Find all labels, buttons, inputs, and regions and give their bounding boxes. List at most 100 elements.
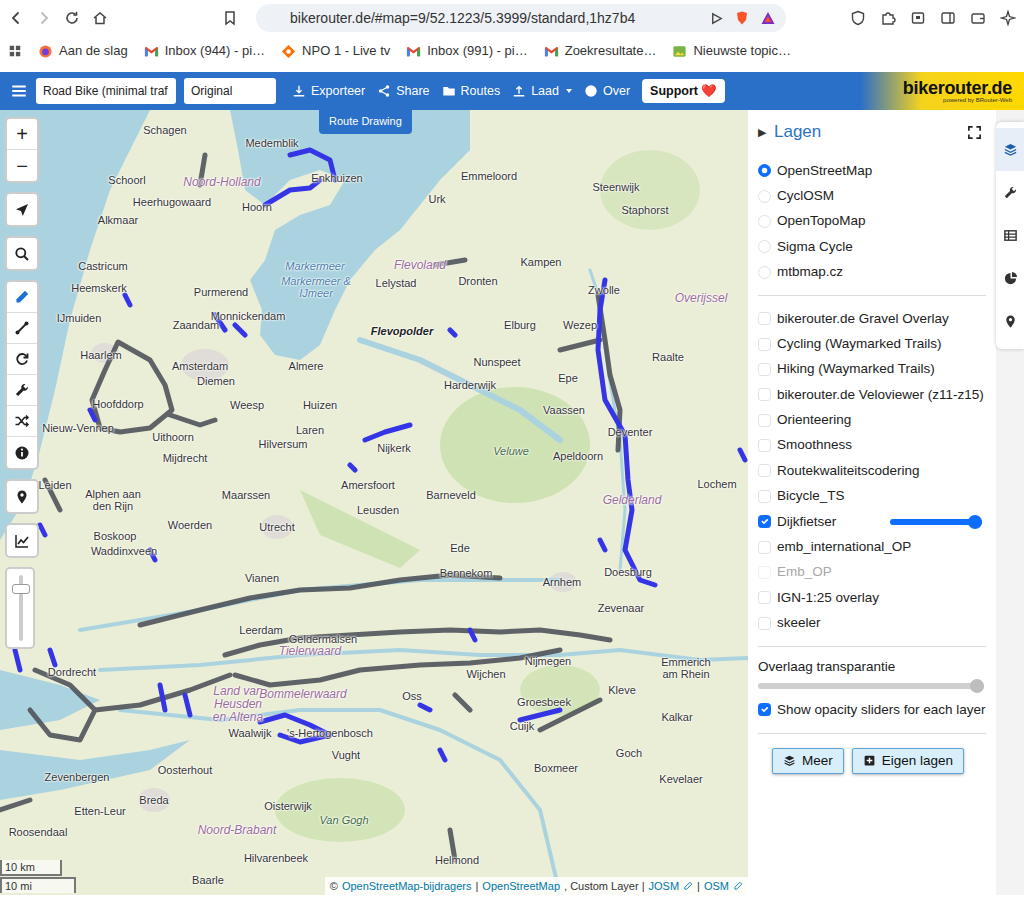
url-text[interactable]: bikerouter.de/#map=9/52.1223/5.3999/stan… <box>290 8 699 29</box>
marker-button[interactable] <box>7 481 37 512</box>
overlay-option[interactable]: Routekwaliteitscodering <box>758 458 986 483</box>
radio-button[interactable] <box>758 164 771 177</box>
overlay-option[interactable]: skeeler <box>758 611 986 636</box>
sidebar-tab[interactable] <box>996 257 1024 300</box>
bookmark-item[interactable]: Aan de slag <box>38 41 128 61</box>
opacity-slider[interactable] <box>890 519 982 525</box>
show-sliders-label[interactable]: Show opacity sliders for each layer <box>777 700 986 720</box>
bookmark-label[interactable]: Zoekresultate… <box>565 41 657 61</box>
expand-icon[interactable] <box>967 125 982 140</box>
back-icon[interactable] <box>8 10 24 26</box>
checkbox[interactable] <box>758 363 771 376</box>
menu-item[interactable]: Exporteer <box>292 82 365 101</box>
radio-button[interactable] <box>758 215 771 228</box>
sparkle-icon[interactable] <box>1000 10 1016 26</box>
bookmark-icon[interactable] <box>222 10 238 26</box>
attribution-link[interactable]: JOSM <box>649 878 680 895</box>
menu-item[interactable]: Over <box>584 82 630 101</box>
checkbox[interactable] <box>758 703 771 716</box>
elevation-button[interactable] <box>7 525 37 556</box>
base-layer-label[interactable]: OpenTopoMap <box>777 211 866 231</box>
locate-button[interactable] <box>7 194 37 225</box>
bookmark-item[interactable]: Nieuwste topic… <box>672 41 791 61</box>
zoom-slider[interactable] <box>5 567 35 649</box>
overlay-label[interactable]: emb_international_OP <box>777 537 911 557</box>
attribution-link[interactable]: OpenStreetMap-bijdragers <box>342 878 472 895</box>
overlay-label[interactable]: bikerouter.de Veloviewer (z11-z15) <box>777 385 984 405</box>
overlay-option[interactable]: Orienteering <box>758 408 986 433</box>
collapse-toggle[interactable]: ▶ <box>758 124 766 141</box>
forward-icon[interactable] <box>36 10 52 26</box>
overlay-label[interactable]: Routekwaliteitscodering <box>777 461 920 481</box>
bookmark-label[interactable]: Aan de slag <box>59 41 128 61</box>
overlay-label[interactable]: Dijkfietser <box>777 512 836 532</box>
menu-item[interactable]: Share <box>377 82 429 101</box>
logo[interactable]: bikerouter.depowered by BRouter-Web <box>903 79 1016 103</box>
bookmark-item[interactable]: Inbox (944) - pi… <box>144 41 265 61</box>
base-layer-option[interactable]: Sigma Cycle <box>758 234 986 259</box>
draw-tool-button[interactable] <box>7 437 37 468</box>
address-bar[interactable]: bikerouter.de/#map=9/52.1223/5.3999/stan… <box>256 4 786 32</box>
sidebar-tab[interactable] <box>996 300 1024 343</box>
menu-item[interactable]: Routes <box>442 82 501 101</box>
custom-layers-button[interactable]: Eigen lagen <box>852 748 964 774</box>
overlay-label[interactable]: bikerouter.de Gravel Overlay <box>777 309 949 329</box>
checkbox[interactable] <box>758 439 771 452</box>
apps-icon[interactable] <box>8 44 22 58</box>
overlay-option[interactable]: bikerouter.de Gravel Overlay <box>758 306 986 331</box>
base-layer-option[interactable]: OpenTopoMap <box>758 209 986 234</box>
bookmark-item[interactable]: NPO 1 - Live tv <box>281 41 390 61</box>
shield-icon[interactable] <box>850 10 866 26</box>
base-layer-option[interactable]: mtbmap.cz <box>758 260 986 285</box>
base-layer-option[interactable]: CyclOSM <box>758 183 986 208</box>
rewards-icon[interactable] <box>760 10 776 26</box>
overlay-option[interactable]: Smoothness <box>758 433 986 458</box>
checkbox[interactable] <box>758 414 771 427</box>
draw-tool-button[interactable] <box>7 406 37 437</box>
box-icon[interactable] <box>910 10 926 26</box>
draw-tool-button[interactable] <box>7 344 37 375</box>
overlay-option[interactable]: IGN-1:25 overlay <box>758 585 986 610</box>
zoom-out-button[interactable]: − <box>7 150 37 181</box>
checkbox[interactable] <box>758 541 771 554</box>
show-sliders-option[interactable]: Show opacity sliders for each layer <box>758 697 986 722</box>
puzzle-icon[interactable] <box>880 10 896 26</box>
profile-select[interactable]: Road Bike (minimal traf <box>36 78 176 104</box>
sidebar-tab[interactable] <box>996 214 1024 257</box>
bookmark-label[interactable]: Inbox (991) - pi… <box>427 41 527 61</box>
bookmark-label[interactable]: Nieuwste topic… <box>693 41 791 61</box>
bookmark-label[interactable]: Inbox (944) - pi… <box>165 41 265 61</box>
overlay-label[interactable]: skeeler <box>777 613 821 633</box>
base-layer-option[interactable]: OpenStreetMap <box>758 158 986 183</box>
menu-icon[interactable] <box>10 82 28 100</box>
overlay-label[interactable]: Hiking (Waymarked Trails) <box>777 359 935 379</box>
bookmark-item[interactable]: Zoekresultate… <box>544 41 657 61</box>
button-label[interactable]: Meer <box>802 751 833 771</box>
bookmark-label[interactable]: NPO 1 - Live tv <box>302 41 390 61</box>
edit-icon[interactable] <box>683 881 693 891</box>
map[interactable]: SchagenMedemblikEnkhuizenSteenwijkSchoor… <box>0 110 748 895</box>
search-button[interactable] <box>7 238 37 269</box>
overlay-option[interactable]: emb_international_OP <box>758 534 986 559</box>
base-layer-label[interactable]: Sigma Cycle <box>777 237 853 257</box>
overlay-option[interactable]: bikerouter.de Veloviewer (z11-z15) <box>758 382 986 407</box>
home-icon[interactable] <box>92 10 108 26</box>
opacity-slider[interactable] <box>758 683 984 689</box>
menu-label[interactable]: Routes <box>461 82 501 101</box>
base-layer-label[interactable]: OpenStreetMap <box>777 161 872 181</box>
wallet-icon[interactable] <box>970 10 986 26</box>
draw-tool-button[interactable] <box>7 282 37 313</box>
overlay-label[interactable]: Smoothness <box>777 435 852 455</box>
brave-icon[interactable] <box>734 10 750 26</box>
attribution-link[interactable]: OSM <box>704 878 729 895</box>
menu-label[interactable]: Exporteer <box>311 82 365 101</box>
logo-text[interactable]: bikerouter.de <box>903 79 1012 97</box>
radio-button[interactable] <box>758 240 771 253</box>
checkbox[interactable] <box>758 312 771 325</box>
zoom-slider-knob[interactable] <box>12 584 30 594</box>
menu-item[interactable]: Laad <box>512 82 572 101</box>
overlay-option[interactable]: Cycling (Waymarked Trails) <box>758 331 986 356</box>
menu-label[interactable]: Over <box>603 82 630 101</box>
support-label[interactable]: Support <box>650 82 698 101</box>
checkbox[interactable] <box>758 388 771 401</box>
